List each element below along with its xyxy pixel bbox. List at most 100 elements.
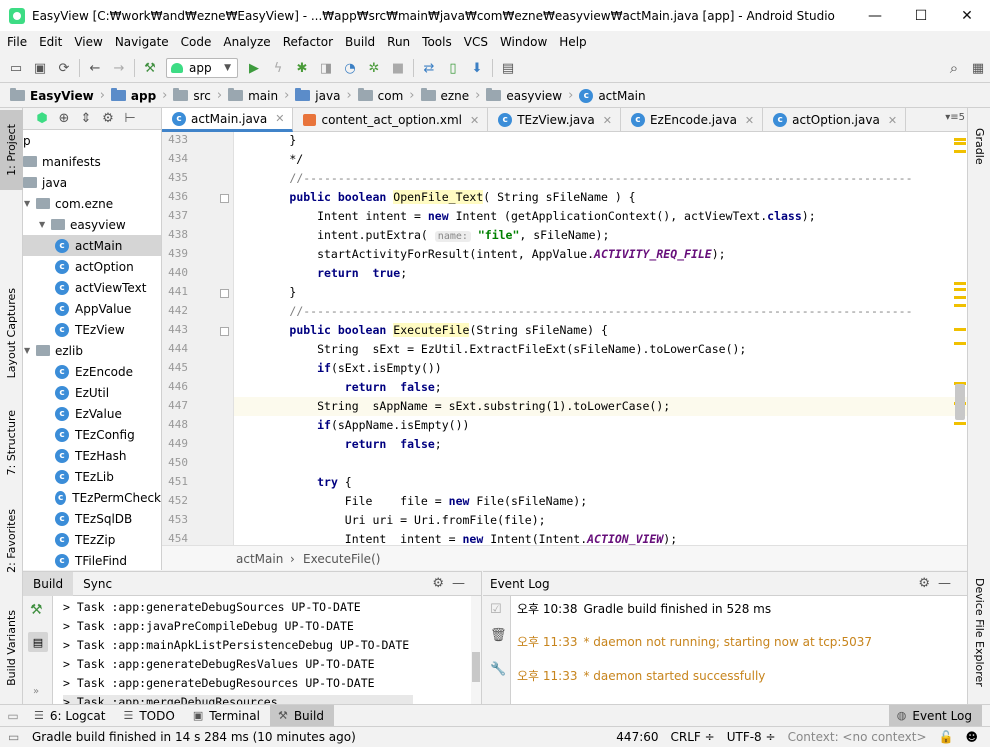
code-line[interactable]: File file = new File(sFileName); <box>234 492 954 511</box>
code-line[interactable]: //--------------------------------------… <box>234 169 954 188</box>
code-line[interactable]: } <box>234 283 954 302</box>
line-separator[interactable]: CRLF ÷ <box>671 730 715 744</box>
menu-analyze[interactable]: Analyze <box>216 35 275 49</box>
breadcrumb-item[interactable]: src › <box>171 84 226 108</box>
apply-changes-icon[interactable]: ϟ <box>266 57 290 79</box>
tab-sync[interactable]: Sync <box>73 572 122 596</box>
tree-item[interactable]: c EzValue <box>23 403 161 424</box>
status-message[interactable]: Gradle build finished in 14 s 284 ms (10… <box>32 730 616 744</box>
code-line[interactable]: public boolean ExecuteFile(String sFileN… <box>234 321 954 340</box>
event-log-button[interactable]: ◍ Event Log <box>888 704 982 727</box>
menu-refactor[interactable]: Refactor <box>276 35 338 49</box>
error-stripe-mark[interactable] <box>954 342 966 345</box>
project-tool-tab[interactable]: 1: Project <box>0 110 23 190</box>
hide-icon[interactable]: ⊢ <box>119 111 141 126</box>
error-stripe-mark[interactable] <box>954 288 966 291</box>
breadcrumb-item[interactable]: main › <box>226 84 293 108</box>
code-line[interactable]: startActivityForResult(intent, AppValue.… <box>234 245 954 264</box>
menu-build[interactable]: Build <box>338 35 380 49</box>
close-icon[interactable]: ✕ <box>603 114 612 127</box>
error-stripe-mark[interactable] <box>954 138 966 141</box>
breadcrumb-item[interactable]: java › <box>293 84 355 108</box>
project-structure-icon[interactable]: ▤ <box>496 57 520 79</box>
gradle-tool-tab[interactable]: Gradle <box>968 116 990 176</box>
tab-overflow-button[interactable]: ▾≡5 <box>945 112 965 123</box>
close-button[interactable]: ✕ <box>944 0 990 31</box>
code-line[interactable]: return true; <box>234 264 954 283</box>
tree-item[interactable]: c actMain <box>23 235 161 256</box>
error-stripe-mark[interactable] <box>954 328 966 331</box>
tree-item[interactable]: c TFileFind <box>23 550 161 570</box>
error-stripe-mark[interactable] <box>954 142 966 145</box>
favorites-tool-tab[interactable]: 2: Favorites <box>0 498 23 583</box>
close-icon[interactable]: ✕ <box>745 114 754 127</box>
hammer-icon[interactable]: ⚒ <box>30 602 43 618</box>
sdk-manager-icon[interactable]: ⬇ <box>465 57 489 79</box>
error-stripe-mark[interactable] <box>954 150 966 153</box>
build-tool-button[interactable]: ⚒ Build <box>269 704 334 727</box>
locate-icon[interactable]: ⊕ <box>53 111 75 126</box>
profile-icon[interactable]: ◔ <box>338 57 362 79</box>
tree-item[interactable]: c EzEncode <box>23 361 161 382</box>
tab-ezencode[interactable]: c EzEncode.java ✕ <box>621 108 764 132</box>
panel-settings-icons[interactable]: ⚙— <box>918 576 959 591</box>
close-icon[interactable]: ✕ <box>275 112 284 125</box>
gear-icon[interactable]: ⚙ <box>97 111 119 126</box>
code-line[interactable]: Intent intent = new Intent(Intent.ACTION… <box>234 530 954 545</box>
mark-read-icon[interactable]: ☑ <box>490 602 502 617</box>
panel-settings-icons[interactable]: ⚙— <box>432 576 473 591</box>
status-icon[interactable]: ▭ <box>8 730 19 744</box>
tree-item[interactable]: c TEzView <box>23 319 161 340</box>
tree-item[interactable]: c TEzZip <box>23 529 161 550</box>
tree-item[interactable]: ▼ ezlib <box>23 340 161 361</box>
tree-item[interactable]: c TEzSqlDB <box>23 508 161 529</box>
forward-icon[interactable]: → <box>107 57 131 79</box>
menu-edit[interactable]: Edit <box>32 35 67 49</box>
tree-item[interactable]: ▼ com.ezne <box>23 193 161 214</box>
fold-marker-icon[interactable] <box>220 327 229 336</box>
device-file-explorer-tool-tab[interactable]: Device File Explorer <box>968 570 990 695</box>
tree-item[interactable]: p <box>23 130 161 151</box>
build-output-line[interactable]: > Task :app:generateDebugResources UP-TO… <box>63 676 375 690</box>
todo-button[interactable]: ☰ TODO <box>115 705 184 727</box>
menu-code[interactable]: Code <box>174 35 217 49</box>
breadcrumb-item[interactable]: easyview › <box>484 84 577 108</box>
build-output-line[interactable]: > Task :app:generateDebugResValues UP-TO… <box>63 657 375 671</box>
sync-gradle-icon[interactable]: ⇄ <box>417 57 441 79</box>
caret-position[interactable]: 447:60 <box>616 730 658 744</box>
stop-icon[interactable]: ■ <box>386 57 410 79</box>
tree-item[interactable]: c TEzLib <box>23 466 161 487</box>
open-folder-icon[interactable]: ▭ <box>4 57 28 79</box>
debug-icon[interactable]: ✱ <box>290 57 314 79</box>
avd-manager-icon[interactable]: ▯ <box>441 57 465 79</box>
menu-window[interactable]: Window <box>493 35 552 49</box>
tree-item[interactable]: c actOption <box>23 256 161 277</box>
breadcrumb-item[interactable]: EasyView › <box>8 84 109 108</box>
sync-icon[interactable]: ⟳ <box>52 57 76 79</box>
tab-actmain[interactable]: c actMain.java ✕ <box>162 108 294 132</box>
fold-marker-icon[interactable] <box>220 194 229 203</box>
build-output-line[interactable]: > Task :app:generateDebugSources UP-TO-D… <box>63 600 361 614</box>
error-stripe-mark[interactable] <box>954 304 966 307</box>
structure-tool-tab[interactable]: 7: Structure <box>0 403 23 483</box>
menu-help[interactable]: Help <box>552 35 591 49</box>
menu-view[interactable]: View <box>67 35 107 49</box>
android-view-icon[interactable]: ⬢ <box>31 111 53 126</box>
menu-run[interactable]: Run <box>380 35 415 49</box>
code-line[interactable]: try { <box>234 473 954 492</box>
close-icon[interactable]: ✕ <box>470 114 479 127</box>
avatar-icon[interactable]: ▦ <box>966 57 990 79</box>
breadcrumb-item[interactable]: com › <box>356 84 419 108</box>
build-variants-tool-tab[interactable]: Build Variants <box>0 598 23 698</box>
menu-navigate[interactable]: Navigate <box>108 35 174 49</box>
tree-item[interactable]: manifests <box>23 151 161 172</box>
editor-breadcrumb-method[interactable]: ExecuteFile() <box>303 552 380 566</box>
tree-item[interactable]: c EzUtil <box>23 382 161 403</box>
code-editor[interactable]: 433 434 435 436 437 438 439 440 441 442 443 444 445 4… <box>162 132 967 545</box>
minimize-button[interactable]: — <box>852 0 898 31</box>
expand-icon[interactable]: ▼ <box>24 199 36 208</box>
tab-build[interactable]: Build <box>23 572 74 596</box>
editor-breadcrumb-class[interactable]: actMain <box>236 552 283 566</box>
build-scrollbar[interactable] <box>471 596 481 704</box>
layout-captures-tool-tab[interactable]: Layout Captures <box>0 278 23 388</box>
